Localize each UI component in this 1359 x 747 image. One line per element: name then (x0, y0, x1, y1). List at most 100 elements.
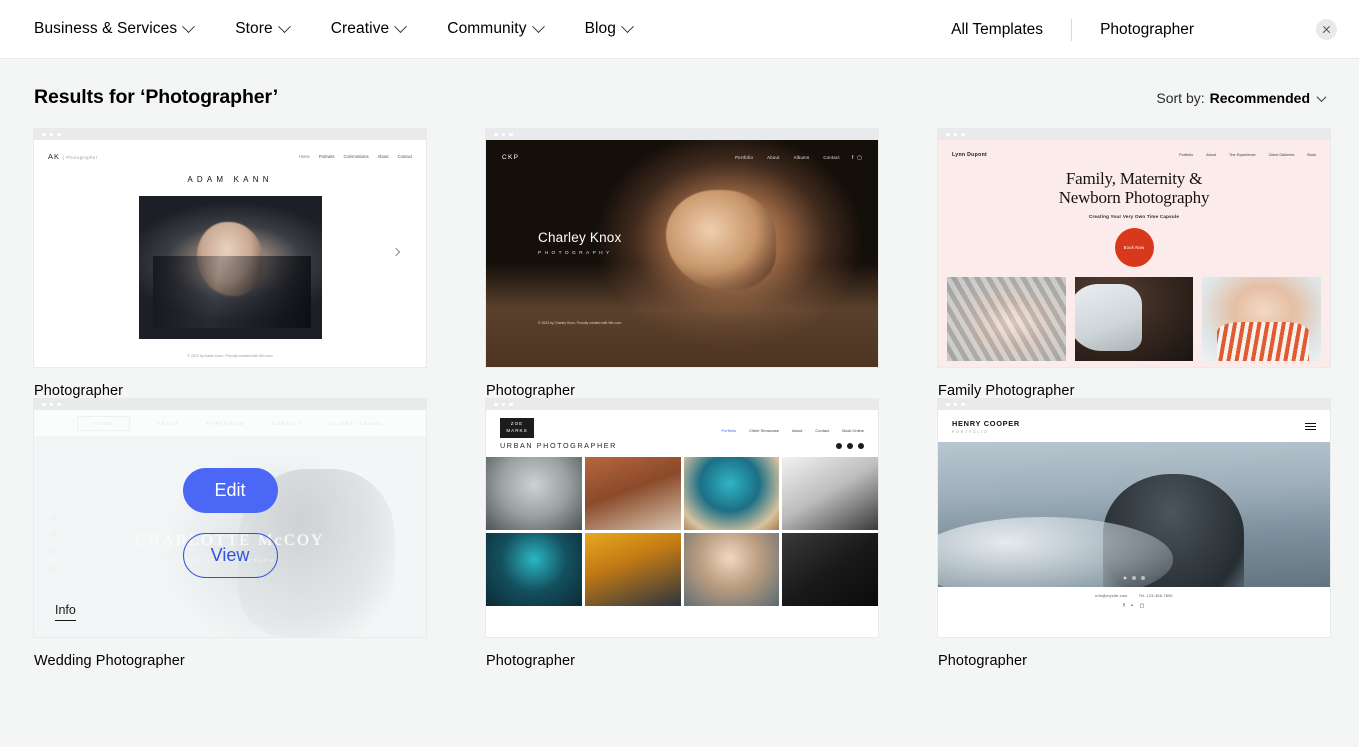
preview-title-line2: Newborn Photography (1058, 188, 1210, 208)
chrome-dot (509, 402, 513, 407)
site-logo-line1: ZOE (510, 421, 524, 427)
preview-social-links: f ▢ (852, 155, 862, 161)
template-preview[interactable]: ZOE MARKS Portfolio Client Showcase Abou… (486, 399, 878, 637)
template-preview[interactable]: AK | Photographer Home Portraits Commissi… (34, 129, 426, 367)
nav-item-store[interactable]: Store (235, 19, 291, 38)
chevron-down-icon (621, 19, 634, 33)
instagram-icon: ▢ (1139, 603, 1145, 609)
gallery-image (782, 457, 878, 530)
chrome-dot (49, 132, 53, 137)
nav-item-label: Blog (584, 20, 616, 37)
chrome-dot (42, 402, 46, 407)
preview-viewport: HENRY COOPER PORTFOLIO info@mysite.com T… (938, 410, 1330, 637)
nav-item-label: Store (235, 20, 273, 37)
nav-item-label: Business & Services (34, 20, 178, 37)
preview-header: CKP Portfolio About Albums Contact f ▢ (486, 140, 878, 161)
preview-nav-item: About (377, 154, 389, 159)
template-card-adam-kann: AK | Photographer Home Portraits Commissi… (34, 129, 426, 399)
site-logo-sub: PORTFOLIO (952, 430, 989, 434)
template-preview[interactable]: HENRY COOPER PORTFOLIO info@mysite.com T… (938, 399, 1330, 637)
gallery-image (683, 533, 780, 606)
template-preview[interactable]: Lynn Dupont Portfolio About The Experien… (938, 129, 1330, 367)
preview-book-now-button: Book Now (1114, 228, 1154, 268)
results-header: Results for ‘Photographer’ Sort by: Reco… (0, 59, 1359, 109)
template-preview[interactable]: CKP Portfolio About Albums Contact f ▢ C… (486, 129, 878, 367)
preview-nav-item: Contact (823, 155, 840, 160)
primary-nav: Business & Services Store Creative Commu… (34, 19, 634, 38)
preview-header: HENRY COOPER PORTFOLIO (938, 410, 1330, 442)
hamburger-line (1305, 422, 1316, 425)
preview-footer-text: © 2023 by Adam Kann. Proudly created wit… (187, 354, 273, 358)
preview-nav-item: Client Galleries (1268, 153, 1295, 157)
template-card-charley-knox: CKP Portfolio About Albums Contact f ▢ C… (486, 129, 878, 399)
template-card-family-photographer: Lynn Dupont Portfolio About The Experien… (938, 129, 1330, 399)
info-link[interactable]: Info (55, 603, 76, 621)
template-preview-hovered[interactable]: HOME ABOUT PORTFOLIO CONTACT CLIENT ALBU… (34, 399, 426, 637)
sort-by-dropdown[interactable]: Sort by: Recommended (1156, 90, 1327, 106)
sort-by-value: Recommended (1209, 90, 1310, 106)
preview-gallery (486, 450, 878, 606)
preview-nav-item: Contact (815, 428, 830, 433)
template-card-zoe-marks: ZOE MARKS Portfolio Client Showcase Abou… (486, 399, 878, 669)
gallery-image (486, 457, 582, 530)
preview-nav-item: Albums (793, 155, 810, 160)
chrome-dot (42, 132, 46, 137)
preview-nav-item: Contact (397, 154, 412, 159)
preview-nav: Portfolio About Albums Contact (735, 155, 840, 160)
chrome-dot (494, 402, 498, 407)
gallery-image (947, 277, 1066, 362)
chrome-dot (961, 132, 965, 137)
preview-footer: info@mysite.com Tel: 123-456-7890 f ‣ ▢ (938, 587, 1330, 609)
preview-header-right: Portfolio About Albums Contact f ▢ (735, 155, 862, 161)
gallery-image (584, 533, 681, 606)
preview-nav-item: The Experience (1229, 153, 1256, 157)
preview-title: Charley Knox (538, 230, 622, 245)
nav-item-blog[interactable]: Blog (584, 19, 634, 38)
footer-email: info@mysite.com (1095, 594, 1128, 598)
preview-viewport: CKP Portfolio About Albums Contact f ▢ C… (486, 140, 878, 367)
chrome-dot (57, 402, 61, 407)
browser-chrome-bar (34, 399, 426, 410)
gallery-image (584, 457, 681, 530)
site-logo-line2: MARKS (506, 428, 528, 433)
chrome-dot (49, 402, 53, 407)
chevron-down-icon (182, 19, 196, 33)
preview-hero-image (938, 442, 1330, 587)
chrome-dot (961, 402, 965, 407)
view-button[interactable]: View (182, 533, 278, 578)
all-templates-link[interactable]: All Templates (951, 21, 1043, 39)
instagram-icon: ▢ (857, 154, 862, 161)
template-name: Family Photographer (938, 383, 1075, 399)
edit-button[interactable]: Edit (182, 468, 278, 513)
preview-viewport: Lynn Dupont Portfolio About The Experien… (938, 140, 1330, 367)
page-title: Results for ‘Photographer’ (34, 86, 279, 108)
nav-item-community[interactable]: Community (447, 19, 545, 38)
preview-slider-dots (938, 576, 1330, 580)
chevron-down-icon (394, 19, 408, 33)
site-logo: Lynn Dupont (952, 152, 988, 158)
nav-item-label: Community (447, 20, 527, 37)
nav-right-group: All Templates Photographer (951, 0, 1337, 59)
site-logo: HENRY COOPER PORTFOLIO (952, 419, 1020, 434)
nav-item-creative[interactable]: Creative (331, 19, 408, 38)
gallery-image (1074, 277, 1194, 362)
preview-hero-image (138, 196, 322, 339)
nav-item-business-services[interactable]: Business & Services (34, 19, 196, 38)
sort-by-label: Sort by: (1156, 90, 1205, 106)
chevron-right-icon[interactable] (391, 247, 401, 256)
preview-nav-item: About (767, 155, 780, 160)
site-logo-text: AK (48, 152, 61, 161)
chrome-dot (501, 402, 505, 407)
twitter-icon: ‣ (1130, 603, 1134, 609)
preview-nav-item: About (1206, 153, 1216, 157)
preview-footer-text: © 2023 by Charley Knox. Proudly created … (538, 321, 622, 325)
hamburger-line (1305, 425, 1316, 428)
close-icon[interactable] (1316, 19, 1337, 40)
chrome-dot (494, 132, 498, 137)
site-logo: AK | Photographer (48, 152, 98, 161)
preview-nav-item: Portraits (318, 154, 335, 159)
hamburger-line (1305, 428, 1316, 431)
search-query-label: Photographer (1100, 20, 1194, 38)
template-card-henry-cooper: HENRY COOPER PORTFOLIO info@mysite.com T… (938, 399, 1330, 669)
nav-divider (1071, 18, 1073, 41)
